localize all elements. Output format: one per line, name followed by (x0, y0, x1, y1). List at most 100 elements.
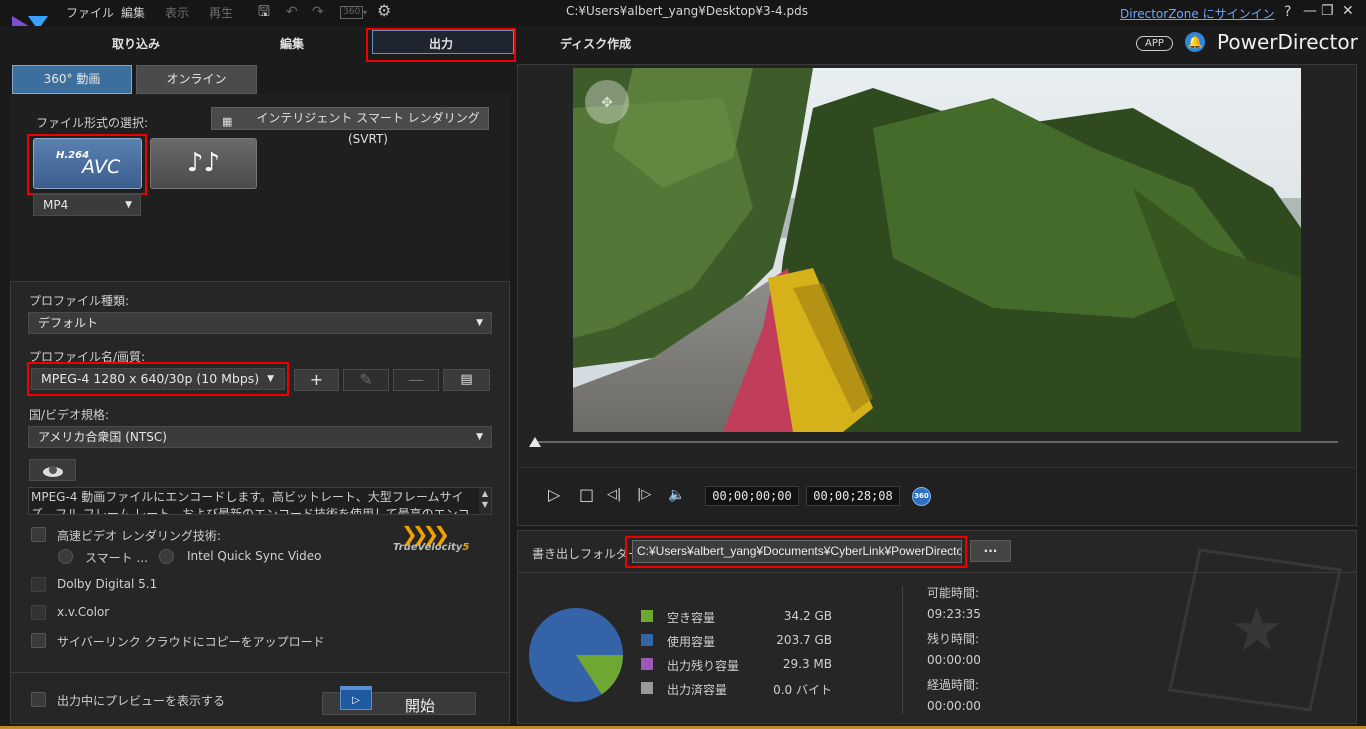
avc-big-label: AVC (82, 156, 121, 178)
xvcolor-checkbox[interactable] (31, 605, 46, 620)
playhead-handle[interactable] (529, 437, 541, 447)
tab-disc[interactable]: ディスク作成 (560, 35, 631, 52)
container-format-dropdown[interactable]: MP4 ▼ (33, 194, 141, 216)
legend-label: 使用容量 (667, 635, 716, 649)
quicksync-radio[interactable] (159, 549, 174, 564)
elapsed-time-value: 00:00:00 (927, 699, 981, 713)
stop-icon[interactable]: □ (579, 486, 594, 504)
available-time-value: 09:23:35 (927, 607, 981, 621)
dolby-checkbox[interactable] (31, 577, 46, 592)
legend-swatch (641, 682, 653, 694)
minimize-icon[interactable]: — (1303, 3, 1317, 19)
add-profile-button[interactable]: + (294, 369, 339, 391)
video-preview-frame[interactable]: ✥ (573, 68, 1301, 432)
subtab-online[interactable]: オンライン (136, 65, 257, 94)
profile-details-button[interactable]: ▤ (443, 369, 490, 391)
h264-avc-format-button[interactable]: H.264 AVC (33, 138, 142, 189)
profile-description: MPEG-4 動画ファイルにエンコードします。高ビットレート、大型フレームサイズ… (28, 487, 492, 515)
current-timecode: 00;00;00;00 (705, 486, 799, 506)
legend-label: 出力済容量 (667, 683, 728, 697)
title-bar: ファイル 編集 表示 再生 🖫 ↶ ↷ 360 ▾ ⚙ C:¥Users¥alb… (0, 0, 1366, 40)
legend-label: 出力残り容量 (667, 659, 740, 673)
legend-swatch (641, 610, 653, 622)
redo-icon[interactable]: ↷ (312, 4, 324, 20)
dolby-label: Dolby Digital 5.1 (57, 577, 158, 591)
description-scrollbar[interactable]: ▲ ▼ (479, 488, 491, 514)
start-button-label[interactable]: 開始 (405, 695, 435, 716)
region-value: アメリカ合衆国 (NTSC) (38, 430, 167, 444)
menu-edit[interactable]: 編集 (121, 4, 145, 21)
music-notes-icon: ♪♪ (186, 148, 221, 178)
svg-text:✥: ✥ (601, 95, 613, 111)
remaining-time-value: 00:00:00 (927, 653, 981, 667)
fast-render-checkbox[interactable] (31, 527, 46, 542)
profile-type-dropdown[interactable]: デフォルト ▼ (28, 312, 492, 334)
restore-icon[interactable]: ❐ (1321, 3, 1334, 19)
smart-render-label: スマート ... (85, 551, 148, 565)
play-icon[interactable]: ▷ (548, 486, 560, 504)
brand-title: PowerDirector (1217, 30, 1358, 54)
profile-name-dropdown[interactable]: MPEG-4 1280 x 640/30p (10 Mbps) ▼ (31, 368, 285, 390)
legend-swatch (641, 634, 653, 646)
file-format-label: ファイル形式の選択: (36, 116, 149, 130)
menu-file[interactable]: ファイル (66, 4, 114, 21)
360-view-icon[interactable]: 360 (340, 6, 364, 19)
settings-gear-icon[interactable]: ⚙ (377, 3, 391, 19)
preview-during-checkbox[interactable] (31, 692, 46, 707)
save-icon[interactable]: 🖫 (258, 4, 270, 20)
cloud-upload-checkbox[interactable] (31, 633, 46, 648)
notification-bell-icon[interactable]: 🔔 (1185, 32, 1205, 52)
directorzone-signin-link[interactable]: DirectorZone にサインイン (1120, 5, 1275, 22)
app-badge[interactable]: APP (1136, 36, 1173, 51)
start-render-icon[interactable]: ▷ (340, 686, 372, 710)
film-icon: ▦ (222, 115, 233, 128)
legend-value: 0.0 バイト (773, 683, 832, 697)
svrt-button[interactable]: ▦ インテリジェント スマート レンダリング (SVRT) (211, 107, 489, 146)
close-icon[interactable]: ✕ (1342, 3, 1354, 19)
region-label: 国/ビデオ規格: (29, 408, 110, 422)
divider (902, 586, 903, 714)
smart-render-radio[interactable] (58, 549, 73, 564)
output-folder-input[interactable]: C:¥Users¥albert_yang¥Documents¥CyberLink… (632, 540, 962, 563)
edit-profile-button[interactable]: ✎ (343, 369, 389, 391)
preview-eye-button[interactable] (29, 459, 76, 481)
legend-value: 34.2 GB (783, 609, 832, 623)
truevelocity-logo: ❯❯❯❯ TrueVelocity5 (393, 522, 469, 560)
subtab-360-video[interactable]: 360° 動画 (12, 65, 132, 94)
profile-description-text: MPEG-4 動画ファイルにエンコードします。高ビットレート、大型フレームサイズ… (31, 490, 470, 515)
chevron-down-icon: ▼ (476, 318, 483, 328)
previous-frame-icon[interactable]: ◁| (607, 486, 621, 504)
preview-during-label: 出力中にプレビューを表示する (57, 694, 226, 708)
legend-swatch (641, 658, 653, 670)
chevron-down-icon[interactable]: ▾ (363, 5, 367, 21)
project-file-path: C:¥Users¥albert_yang¥Desktop¥3-4.pds (566, 4, 808, 18)
audio-format-button[interactable]: ♪♪ (150, 138, 257, 189)
menu-view[interactable]: 表示 (165, 4, 189, 21)
volume-icon[interactable]: 🔈 (668, 486, 685, 504)
region-dropdown[interactable]: アメリカ合衆国 (NTSC) ▼ (28, 426, 492, 448)
svg-text:★: ★ (1230, 595, 1284, 665)
360-view-toggle[interactable]: 360 (912, 487, 931, 506)
divider (518, 572, 1356, 573)
xvcolor-label: x.v.Color (57, 605, 110, 619)
help-icon[interactable]: ? (1284, 4, 1291, 20)
elapsed-time-label: 経過時間: (927, 678, 980, 692)
total-timecode: 00;00;28;08 (806, 486, 900, 506)
eye-icon (43, 466, 63, 477)
legend-value: 203.7 GB (776, 633, 832, 647)
timeline-slider[interactable] (532, 441, 1338, 443)
divider (10, 672, 510, 673)
chevron-down-icon: ▼ (476, 432, 483, 442)
chevron-down-icon: ▼ (125, 200, 132, 210)
remove-profile-button[interactable]: — (393, 369, 439, 391)
next-frame-icon[interactable]: |▷ (637, 486, 651, 504)
undo-icon[interactable]: ↶ (286, 4, 298, 20)
browse-folder-button[interactable]: ... (970, 540, 1011, 562)
svrt-button-label: インテリジェント スマート レンダリング (SVRT) (256, 111, 480, 146)
tab-edit[interactable]: 編集 (280, 35, 304, 52)
tab-capture[interactable]: 取り込み (112, 35, 160, 52)
menu-play[interactable]: 再生 (209, 4, 233, 21)
available-time-label: 可能時間: (927, 586, 980, 600)
tab-produce-label[interactable]: 出力 (429, 35, 453, 52)
chevron-down-icon: ▼ (267, 374, 274, 384)
